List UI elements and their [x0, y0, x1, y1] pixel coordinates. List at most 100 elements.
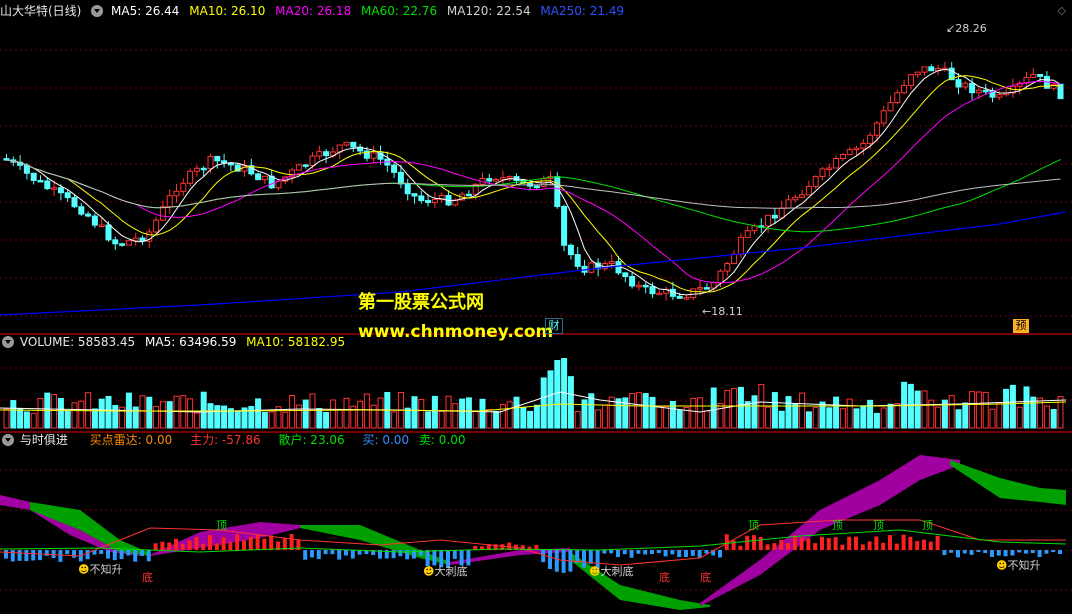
histogram-bar	[758, 536, 763, 550]
volume-bar	[914, 390, 921, 429]
histogram-bar	[779, 539, 784, 550]
candle-body	[588, 262, 595, 273]
volume-bar	[649, 396, 656, 429]
volume-bar	[955, 409, 962, 429]
candle-body	[846, 149, 853, 156]
candle-body	[85, 213, 92, 217]
histogram-bar	[956, 550, 960, 558]
volume-bar	[894, 403, 901, 429]
volume-bar	[37, 397, 44, 429]
stock-chart-canvas[interactable]	[0, 0, 1072, 614]
volume-bar	[146, 396, 153, 429]
sanhu-value: 散户: 23.06	[278, 433, 345, 447]
volume-bar	[574, 410, 581, 429]
candle-body	[697, 287, 704, 290]
histogram-bar	[901, 534, 906, 550]
histogram-bar	[330, 550, 335, 555]
volume-bar	[23, 411, 30, 429]
candle-body	[554, 176, 561, 207]
candle-body	[676, 295, 683, 299]
volume-bar	[690, 397, 697, 429]
volume-bar	[438, 410, 445, 429]
volume-bar	[833, 396, 840, 429]
volume-bar	[404, 407, 411, 429]
candle-body	[350, 141, 357, 148]
volume-bar	[697, 397, 704, 429]
histogram-bar	[180, 543, 185, 550]
volume-bar	[921, 390, 928, 429]
histogram-bar	[854, 536, 858, 550]
indicator-params-icon[interactable]	[2, 434, 14, 446]
candle-body	[996, 94, 1003, 98]
histogram-bar	[221, 537, 226, 550]
ma250-value: MA250: 21.49	[540, 4, 625, 18]
volume-bar	[357, 400, 364, 429]
histogram-bar	[1024, 550, 1028, 554]
candle-body	[615, 261, 622, 274]
volume-bar	[982, 391, 989, 429]
candle-body	[64, 192, 71, 199]
histogram-bar	[799, 537, 804, 550]
smile-icon: ☻	[996, 559, 1008, 572]
volume-bar	[187, 398, 194, 429]
volume-bar	[64, 410, 71, 429]
volume-bar	[1023, 386, 1030, 429]
histogram-bar	[935, 536, 940, 550]
candle-body	[805, 185, 812, 196]
volume-bar	[370, 404, 377, 429]
histogram-bar	[10, 550, 15, 562]
histogram-bar	[969, 550, 974, 555]
volume-bar	[853, 408, 860, 429]
ma5-value: MA5: 26.44	[111, 4, 180, 18]
volume-bar	[418, 398, 425, 429]
volume-bar	[234, 410, 241, 429]
signal-top-5: 顶	[922, 519, 933, 532]
volume-bar	[846, 398, 853, 429]
volume-bar	[214, 405, 221, 429]
histogram-bar	[344, 550, 348, 556]
financial-report-badge[interactable]: 财	[545, 318, 563, 334]
candle-body	[370, 152, 377, 159]
candle-body	[703, 287, 710, 290]
stock-title[interactable]: 山大华特(日线)	[0, 4, 81, 18]
histogram-bar	[650, 550, 654, 555]
candle-body	[119, 243, 126, 246]
histogram-bar	[983, 550, 988, 554]
volume-params-icon[interactable]	[2, 336, 14, 348]
candle-body	[812, 175, 819, 187]
ma-params-icon[interactable]	[91, 5, 104, 17]
histogram-bar	[160, 541, 165, 550]
candle-body	[425, 200, 432, 204]
signal-dadi-2: ☻大刺底	[589, 565, 634, 578]
candle-body	[649, 286, 656, 295]
watermark-url: www.chnmoney.com	[358, 322, 554, 342]
candle-body	[465, 193, 472, 197]
candle-body	[187, 170, 194, 184]
forecast-badge[interactable]: 预	[1013, 319, 1029, 333]
histogram-bar	[1010, 550, 1015, 556]
volume-bar	[595, 409, 602, 429]
histogram-bar	[962, 550, 967, 554]
signal-buzhi-2: ☻不知升	[996, 559, 1041, 572]
histogram-bar	[1030, 550, 1035, 554]
histogram-bar	[847, 536, 852, 550]
volume-bar	[506, 401, 513, 429]
candle-body	[574, 254, 581, 267]
volume-bar	[948, 395, 955, 429]
histogram-bar	[337, 550, 342, 560]
histogram-bar	[99, 550, 104, 555]
volume-bar	[193, 412, 200, 429]
indicator-name[interactable]: 与时俱进	[20, 433, 68, 447]
vol-ma10-value: MA10: 58182.95	[246, 335, 346, 349]
candle-body	[44, 180, 51, 190]
volume-bar	[112, 404, 119, 429]
candle-body	[717, 270, 724, 284]
volume-bar	[826, 407, 833, 429]
volume-bar	[493, 410, 500, 429]
resize-handle-icon[interactable]: ◇	[1058, 4, 1066, 17]
histogram-bar	[350, 550, 355, 559]
volume-bar	[703, 410, 710, 429]
candle-body	[792, 196, 799, 201]
volume-bar	[98, 398, 105, 429]
histogram-bar	[1017, 550, 1022, 553]
